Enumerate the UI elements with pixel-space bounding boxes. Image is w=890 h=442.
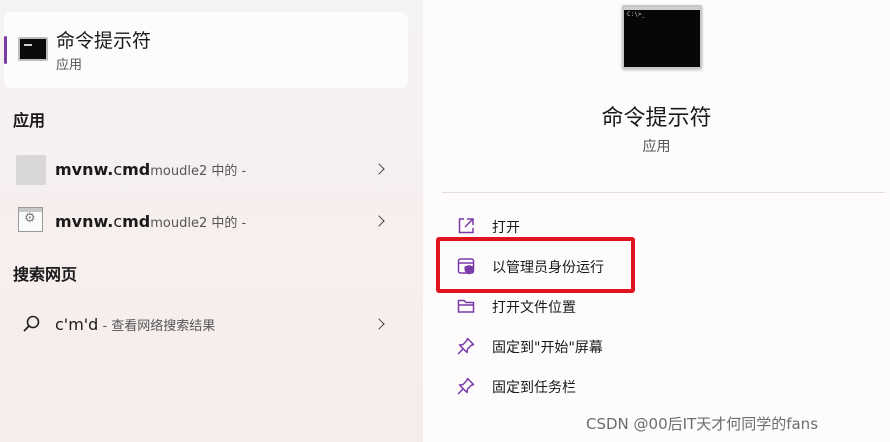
app-result-location: moudle2 中的 - xyxy=(150,216,247,231)
search-results-pane: 命令提示符 应用 应用 mvnw.cmdmoudle2 中的 - mvnw.cm… xyxy=(0,0,423,442)
app-result-label: mvnw.cmdmoudle2 中的 - xyxy=(55,160,247,179)
command-prompt-icon xyxy=(18,37,48,61)
web-search-query: c'm'd xyxy=(55,315,99,334)
app-result-location: moudle2 中的 - xyxy=(150,164,247,179)
web-search-item[interactable]: c'm'd - 查看网络搜索结果 xyxy=(0,306,410,346)
app-result-item[interactable]: mvnw.cmdmoudle2 中的 - xyxy=(0,203,410,243)
action-pin-to-start[interactable]: 固定到"开始"屏幕 xyxy=(453,331,853,361)
blank-file-icon xyxy=(16,155,46,185)
app-result-label: mvnw.cmdmoudle2 中的 - xyxy=(55,212,247,231)
pin-icon xyxy=(457,337,475,355)
detail-subtitle: 应用 xyxy=(642,139,671,155)
selection-indicator xyxy=(4,36,7,64)
watermark: CSDN @00后IT天才何同学的fans xyxy=(586,415,819,433)
chevron-right-icon[interactable] xyxy=(373,163,385,175)
search-icon xyxy=(23,315,40,332)
action-label: 打开 xyxy=(492,220,520,236)
command-prompt-large-icon: C:\>_ xyxy=(622,5,702,69)
action-pin-to-taskbar[interactable]: 固定到任务栏 xyxy=(453,371,853,401)
folder-icon xyxy=(457,299,475,313)
action-open-file-location[interactable]: 打开文件位置 xyxy=(453,291,853,321)
action-label: 固定到任务栏 xyxy=(492,380,576,396)
best-match-title: 命令提示符 xyxy=(56,30,152,52)
open-icon xyxy=(458,218,474,234)
annotation-highlight-box xyxy=(436,237,635,293)
section-title-apps: 应用 xyxy=(13,111,46,130)
detail-pane: C:\>_ 命令提示符 应用 打开 以管理员身份运行 打开文件位置 固定到"开始… xyxy=(423,0,890,442)
action-label: 打开文件位置 xyxy=(492,300,576,316)
console-text: C:\>_ xyxy=(627,11,646,18)
pin-icon xyxy=(457,377,475,395)
web-search-label: c'm'd - 查看网络搜索结果 xyxy=(55,315,215,334)
chevron-right-icon[interactable] xyxy=(373,318,385,330)
app-result-item[interactable]: mvnw.cmdmoudle2 中的 - xyxy=(0,151,410,191)
action-label: 固定到"开始"屏幕 xyxy=(492,340,603,356)
web-search-hint: - 查看网络搜索结果 xyxy=(98,319,216,334)
best-match-subtitle: 应用 xyxy=(56,58,83,73)
chevron-right-icon[interactable] xyxy=(373,215,385,227)
detail-title: 命令提示符 xyxy=(601,106,712,131)
section-title-web: 搜索网页 xyxy=(13,265,78,284)
best-match-item[interactable]: 命令提示符 应用 xyxy=(4,12,408,88)
batch-file-icon xyxy=(18,207,43,232)
divider xyxy=(442,192,885,193)
